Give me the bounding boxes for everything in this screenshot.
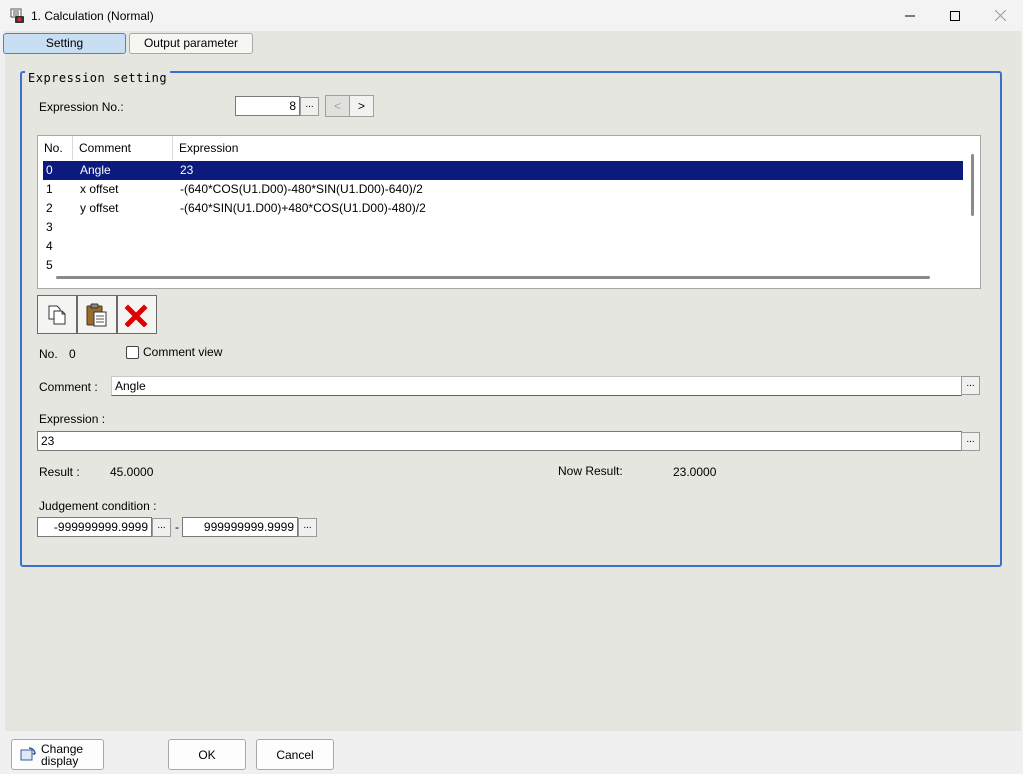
row-no: 5 [46,258,53,272]
window-title: 1. Calculation (Normal) [31,9,154,23]
table-row[interactable]: 2 y offset -(640*SIN(U1.D00)+480*COS(U1.… [43,199,963,218]
judgement-max-browse-button[interactable]: ... [298,518,317,537]
group-legend: Expression setting [25,71,171,85]
expression-no-label: Expression No.: [39,100,124,114]
expression-input[interactable]: 23 [37,431,962,451]
row-comment: x offset [80,182,119,196]
selected-no-value: 0 [69,347,76,361]
cancel-button[interactable]: Cancel [256,739,334,770]
row-comment: Angle [80,163,111,177]
tab-setting[interactable]: Setting [3,33,126,54]
judgement-range-separator: - [175,520,179,534]
maximize-button[interactable] [932,0,978,31]
comment-view-checkbox[interactable] [126,346,139,359]
table-row[interactable]: 0 Angle 23 [43,161,963,180]
row-expression: -(640*COS(U1.D00)-480*SIN(U1.D00)-640)/2 [180,182,423,196]
column-header-expression[interactable]: Expression [173,136,968,160]
judgement-condition-label: Judgement condition : [39,499,157,513]
judgement-min-browse-button[interactable]: ... [152,518,171,537]
column-header-no[interactable]: No. [38,136,73,160]
now-result-label: Now Result: [558,464,623,478]
row-no: 0 [46,163,53,177]
close-button[interactable] [977,0,1023,31]
tab-output-parameter[interactable]: Output parameter [129,33,253,54]
dialog-footer: Change display OK Cancel [0,731,1023,774]
comment-label: Comment : [39,380,98,394]
column-header-comment[interactable]: Comment [73,136,173,160]
ok-button[interactable]: OK [168,739,246,770]
judgement-max-input[interactable]: 999999999.9999 [182,517,298,537]
horizontal-scrollbar[interactable] [56,276,930,279]
row-no: 4 [46,239,53,253]
selected-no-label: No. [39,347,58,361]
table-row[interactable]: 5 [43,256,963,275]
next-expression-button[interactable]: > [349,95,374,117]
expression-no-browse-button[interactable]: ... [300,97,319,116]
row-comment: y offset [80,201,119,215]
change-display-line-2: display [41,753,79,768]
vertical-scrollbar[interactable] [971,154,974,216]
table-row[interactable]: 1 x offset -(640*COS(U1.D00)-480*SIN(U1.… [43,180,963,199]
delete-icon [125,303,148,327]
change-display-button[interactable]: Change display [11,739,104,770]
now-result-value: 23.0000 [673,465,717,479]
comment-view-label[interactable]: Comment view [143,345,222,359]
expression-table[interactable]: No. Comment Expression 0 Angle 23 1 x of… [37,135,981,289]
expression-no-input[interactable]: 8 [235,96,300,116]
paste-icon [86,303,107,326]
dialog-body: Setting Output parameter Expression sett… [3,31,1021,731]
table-row[interactable]: 3 [43,218,963,237]
comment-input[interactable]: Angle [111,376,962,396]
maximize-icon [950,10,960,21]
row-expression: -(640*SIN(U1.D00)+480*COS(U1.D00)-480)/2 [180,201,426,215]
comment-browse-button[interactable]: ... [961,376,980,395]
close-icon [994,10,1006,21]
change-display-icon [20,746,36,760]
judgement-min-input[interactable]: -999999999.9999 [37,517,152,537]
copy-icon [48,305,66,324]
row-no: 1 [46,182,53,196]
row-no: 3 [46,220,53,234]
calculation-app-icon [10,8,24,23]
result-label: Result : [39,465,80,479]
minimize-icon [905,15,915,16]
expression-label: Expression : [39,412,106,426]
delete-button[interactable] [117,295,157,334]
paste-button[interactable] [77,295,117,334]
table-row[interactable]: 4 [43,237,963,256]
copy-button[interactable] [37,295,77,334]
expression-browse-button[interactable]: ... [961,432,980,451]
change-display-text: Change display [41,743,83,767]
row-no: 2 [46,201,53,215]
title-bar: 1. Calculation (Normal) [0,0,1023,31]
prev-expression-button[interactable]: < [325,95,350,117]
minimize-button[interactable] [887,0,933,31]
result-value: 45.0000 [110,465,154,479]
row-expression: 23 [180,163,194,177]
